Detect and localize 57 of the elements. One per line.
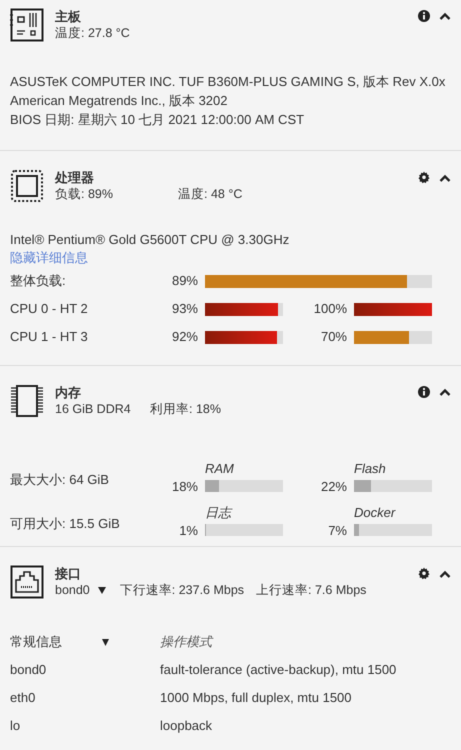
stat-text: 利用率: 18% xyxy=(150,401,221,418)
meter-label: Flash xyxy=(354,460,387,476)
collapse-icon[interactable] xyxy=(439,568,451,578)
section-title: 接口 xyxy=(55,565,82,582)
collapse-icon[interactable] xyxy=(439,172,451,182)
row-label: CPU 0 - HT 2 xyxy=(10,300,89,318)
meter-label: RAM xyxy=(205,460,235,476)
row-label: CPU 1 - HT 3 xyxy=(10,328,89,346)
memory-module-icon xyxy=(10,384,44,418)
detail-text: BIOS 日期: 星期六 10 七月 2021 12:00:00 AM CST xyxy=(10,111,306,129)
stat-text: 负载: 89% xyxy=(55,186,114,203)
stat-text: 温度: 27.8 °C xyxy=(55,25,130,42)
gear-icon[interactable] xyxy=(418,567,430,580)
percent-text: 18% xyxy=(170,478,198,496)
processor-icon xyxy=(10,169,44,203)
caret-icon xyxy=(98,587,106,594)
column-dropdown[interactable]: 常规信息 xyxy=(10,632,160,652)
percent-text: 22% xyxy=(320,478,347,496)
row-label: 可用大小: 15.5 GiB xyxy=(10,515,121,534)
stat-text: 下行速率: 237.6 Mbps xyxy=(120,582,244,599)
hide-details-link[interactable]: 隐藏详细信息 xyxy=(10,250,88,265)
percent-text: 70% xyxy=(320,328,347,346)
meter-label: 日志 xyxy=(205,504,234,520)
percent-text: 1% xyxy=(178,522,198,540)
section-title: 处理器 xyxy=(55,169,95,186)
collapse-icon[interactable] xyxy=(439,11,451,21)
detail-text: American Megatrends Inc., 版本 3202 xyxy=(10,92,228,110)
stat-text: 温度: 48 °C xyxy=(178,186,242,203)
table-cell-text: loopback xyxy=(160,717,212,736)
table-cell-text: bond0 xyxy=(10,661,48,680)
caret-icon xyxy=(102,638,109,646)
interface-dropdown[interactable]: bond0 xyxy=(55,582,106,599)
info-icon[interactable] xyxy=(418,386,430,398)
section-title: 主板 xyxy=(55,8,82,25)
percent-text: 7% xyxy=(327,522,347,540)
percent-text: 92% xyxy=(170,328,198,346)
table-cell-text: lo xyxy=(10,717,22,736)
row-label: 整体负载: xyxy=(10,272,67,290)
stat-text: 16 GiB DDR4 xyxy=(55,401,132,418)
percent-text: 100% xyxy=(312,300,347,318)
motherboard-icon xyxy=(10,8,44,42)
percent-text: 89% xyxy=(170,272,198,290)
ethernet-port-icon xyxy=(10,565,44,599)
detail-text: ASUSTeK COMPUTER INC. TUF B360M-PLUS GAMING S, 版本 Rev X.0x xyxy=(10,73,446,91)
stat-text: 上行速率: 7.6 Mbps xyxy=(256,582,366,599)
gear-icon[interactable] xyxy=(418,171,430,184)
table-cell-text: fault-tolerance (active-backup), mtu 1500 xyxy=(160,661,396,680)
info-icon[interactable] xyxy=(418,10,430,22)
percent-text: 93% xyxy=(170,300,198,318)
table-cell-text: eth0 xyxy=(10,689,36,708)
meter-label: Docker xyxy=(354,504,396,520)
table-cell-text: 1000 Mbps, full duplex, mtu 1500 xyxy=(160,689,352,708)
section-title: 内存 xyxy=(55,384,82,401)
cpu-model-text: Intel® Pentium® Gold G5600T CPU @ 3.30GHz xyxy=(10,231,290,249)
collapse-icon[interactable] xyxy=(439,387,451,397)
column-header: 操作模式 xyxy=(160,633,212,652)
row-label: 最大大小: 64 GiB xyxy=(10,471,110,490)
